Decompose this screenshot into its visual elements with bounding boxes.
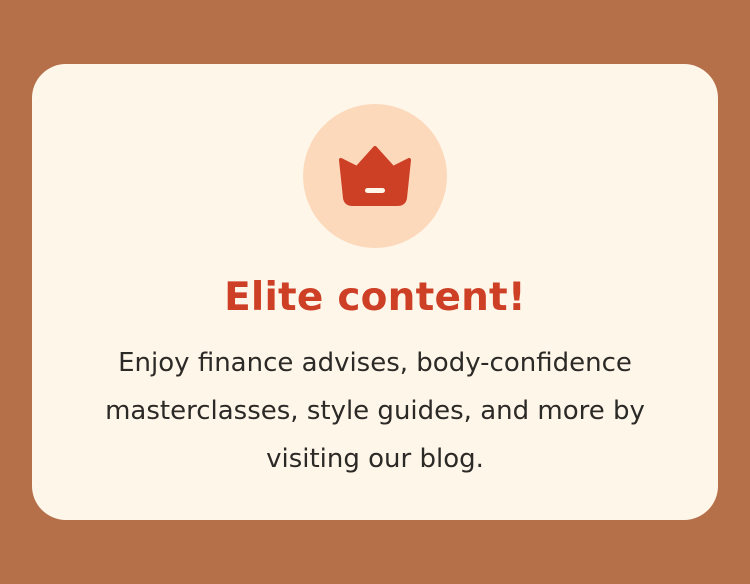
crown-icon — [339, 146, 411, 206]
crown-badge — [303, 104, 447, 248]
card-title: Elite content! — [224, 275, 526, 320]
elite-content-card: Elite content! Enjoy finance advises, bo… — [32, 64, 718, 520]
card-description: Enjoy finance advises, body-confidence m… — [105, 348, 645, 474]
